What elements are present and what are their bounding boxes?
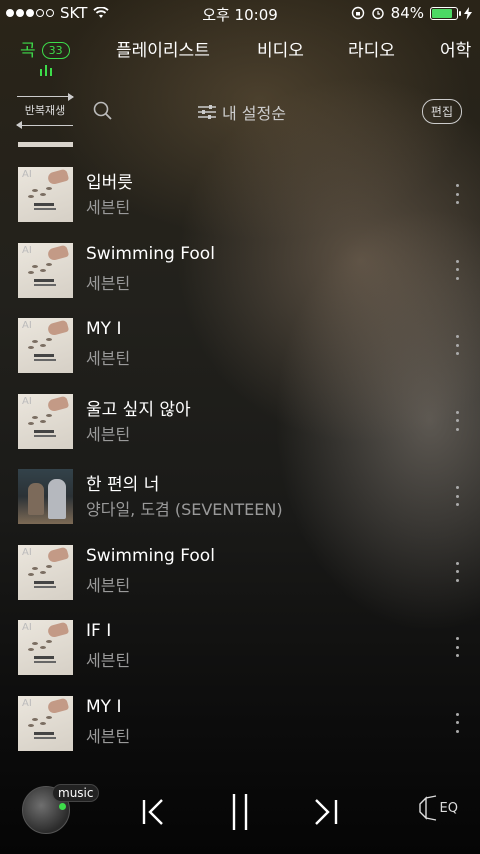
eq-label: EQ <box>439 800 458 816</box>
eq-button[interactable]: EQ <box>418 794 458 822</box>
album-cover: AI <box>18 544 73 600</box>
song-artist: 세븐틴 <box>86 198 131 217</box>
mini-player: music EQ <box>0 768 480 854</box>
song-row[interactable]: AI IF I 세븐틴 <box>0 620 480 695</box>
tab-playlists[interactable]: 플레이리스트 <box>116 36 210 61</box>
sort-button[interactable]: 내 설정순 <box>198 100 286 124</box>
list-toolbar: 반복재생 내 설정순 편집 <box>0 92 480 132</box>
song-row[interactable]: AI MY I 세븐틴 <box>0 318 480 393</box>
song-title: MY I <box>86 696 122 717</box>
tab-language[interactable]: 어학 <box>440 36 471 61</box>
song-list[interactable]: AI 입버릇세븐틴 AI Swimming Fool 세븐틴 AI MY I 세븐틴 AI 울고 … <box>0 142 480 762</box>
tab-songs[interactable]: 곡 33 <box>20 36 70 61</box>
song-title: 울고 싶지 않아 <box>86 399 191 420</box>
tab-label: 곡 <box>20 41 36 61</box>
song-artist: 세븐틴 <box>86 575 131 595</box>
song-row[interactable]: AI MY I 세븐틴 <box>0 695 480 763</box>
song-title: 한 편의 너 <box>86 475 160 495</box>
album-cover: AI <box>18 695 73 751</box>
song-title: IF I <box>86 621 112 641</box>
song-row[interactable]: AI Swimming Fool 세븐틴 <box>0 544 480 620</box>
tab-videos[interactable]: 비디오 <box>257 36 304 61</box>
repeat-button[interactable]: 반복재생 <box>16 93 74 129</box>
more-options-icon[interactable] <box>452 184 462 204</box>
tab-radio[interactable]: 라디오 <box>348 36 395 61</box>
more-options-icon[interactable] <box>452 486 462 506</box>
more-options-icon[interactable] <box>452 561 462 582</box>
song-artist: 세븐틴 <box>86 651 131 670</box>
previous-icon[interactable] <box>138 792 168 832</box>
album-cover <box>18 142 73 147</box>
album-cover: AI <box>18 242 73 298</box>
edit-button[interactable]: 편집 <box>421 99 462 124</box>
battery-icon <box>430 6 461 20</box>
song-artist: 세븐틴 <box>86 726 131 746</box>
song-title: MY I <box>86 319 122 339</box>
song-row[interactable]: AI 입버릇세븐틴 <box>0 167 480 242</box>
album-cover: AI <box>18 620 73 675</box>
status-bar: SKT 오후 10:09 84% <box>0 0 480 26</box>
next-icon[interactable] <box>312 792 342 832</box>
song-count-badge: 33 <box>41 42 70 59</box>
sliders-icon <box>198 105 216 119</box>
charging-icon <box>464 6 472 20</box>
album-cover: AI <box>18 393 73 449</box>
category-tabs: 곡 33 플레이리스트 비디오 라디오 어학 <box>0 30 480 80</box>
song-row[interactable]: AI Swimming Fool 세븐틴 <box>0 242 480 318</box>
more-options-icon[interactable] <box>452 637 462 657</box>
rotation-lock-icon <box>351 6 364 20</box>
now-playing-indicator-icon <box>40 65 52 76</box>
album-cover: AI <box>18 318 73 373</box>
song-artist: 세븐틴 <box>86 349 131 368</box>
more-options-icon[interactable] <box>452 335 462 355</box>
pause-icon[interactable] <box>226 792 256 832</box>
song-artist: 세븐틴 <box>86 273 131 293</box>
battery-percent: 84% <box>390 4 424 22</box>
song-row[interactable]: 한 편의 너양다일, 도겸 (SEVENTEEN) <box>0 469 480 544</box>
sort-label: 내 설정순 <box>222 104 286 123</box>
alarm-icon <box>371 7 384 20</box>
song-title: Swimming Fool <box>86 243 215 264</box>
music-tag: music <box>52 784 100 802</box>
more-options-icon[interactable] <box>452 259 462 280</box>
song-title: Swimming Fool <box>86 545 215 566</box>
song-row[interactable]: AI 울고 싶지 않아세븐틴 <box>0 393 480 469</box>
speaker-icon <box>418 795 436 821</box>
song-artist: 세븐틴 <box>86 424 131 444</box>
song-title: 입버릇 <box>86 173 133 193</box>
album-cover: AI <box>18 167 73 222</box>
search-icon[interactable] <box>92 100 114 122</box>
song-artist: 양다일, 도겸 (SEVENTEEN) <box>86 500 283 519</box>
album-cover <box>18 469 73 524</box>
more-options-icon[interactable] <box>452 410 462 431</box>
more-options-icon[interactable] <box>452 712 462 733</box>
